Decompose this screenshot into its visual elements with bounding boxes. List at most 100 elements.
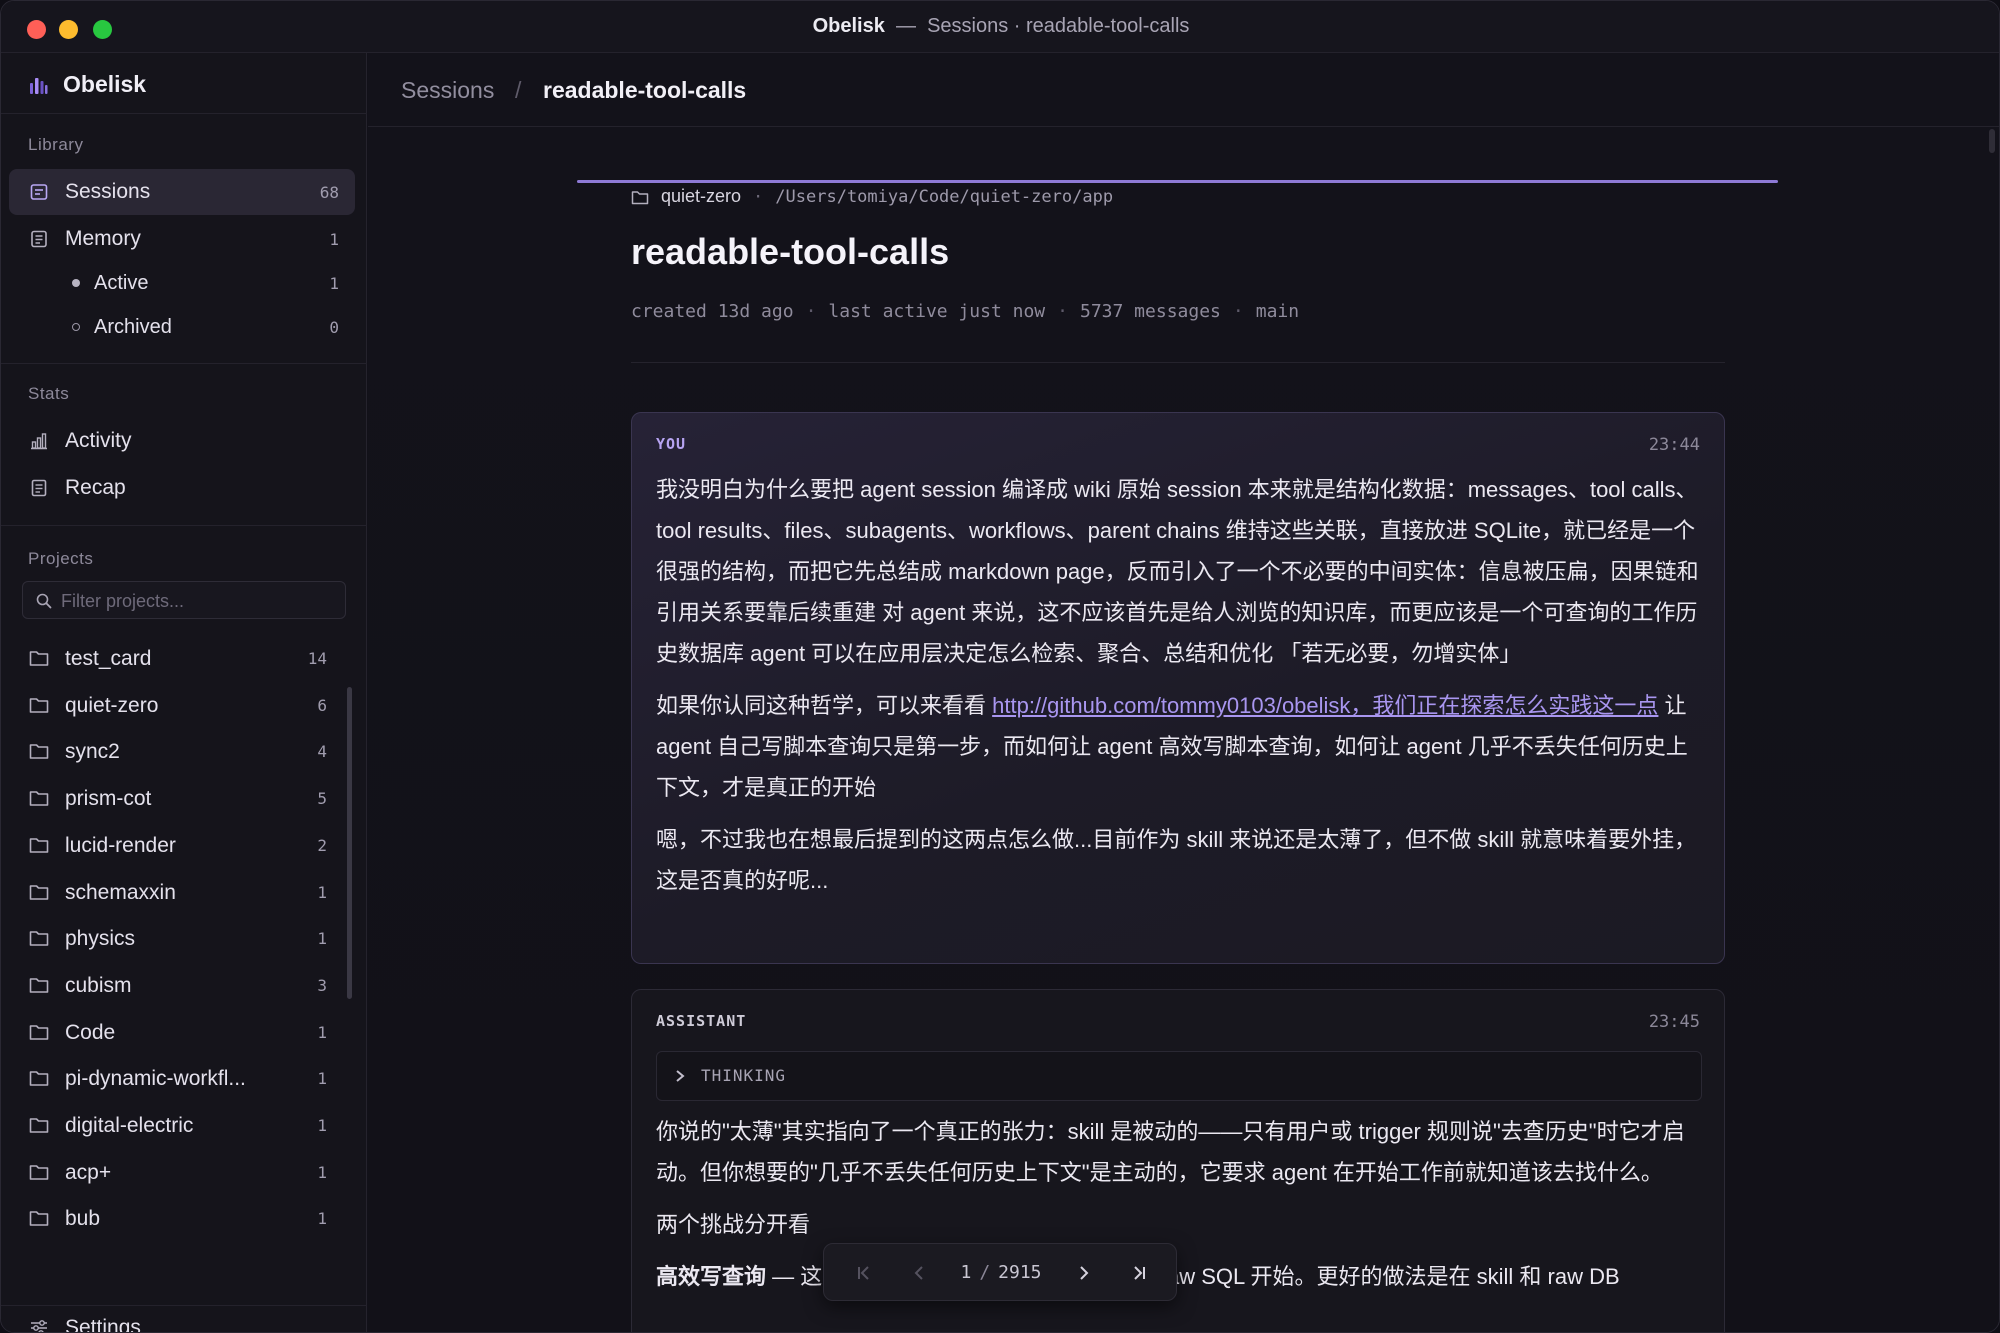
sidebar-item-label: Memory <box>65 227 141 250</box>
last-page-icon[interactable] <box>1129 1263 1149 1283</box>
folder-icon <box>29 1211 49 1227</box>
message-body: 我没明白为什么要把 agent session 编译成 wiki 原始 sess… <box>656 469 1702 912</box>
divider <box>1 113 367 114</box>
github-link[interactable]: http://github.com/tommy0103/obelisk，我们正在… <box>992 693 1658 718</box>
project-count: 3 <box>317 975 327 995</box>
project-count: 2 <box>317 835 327 855</box>
next-page-icon[interactable] <box>1074 1263 1094 1283</box>
project-name: Code <box>65 1020 116 1044</box>
message-paragraph: 你说的"太薄"其实指向了一个真正的张力：skill 是被动的——只有用户或 tr… <box>656 1119 1685 1185</box>
obelisk-logo-icon <box>30 77 48 94</box>
folder-icon <box>29 651 49 666</box>
main-scrollbar[interactable] <box>1989 129 1995 153</box>
thinking-label: THINKING <box>701 1066 787 1085</box>
meta-message-count: 5737 messages <box>1080 301 1221 322</box>
sidebar-item-label: Recap <box>65 476 126 499</box>
folder-icon <box>29 978 49 993</box>
project-item[interactable]: schemaxxin 1 <box>9 871 339 915</box>
project-item[interactable]: digital-electric 1 <box>9 1104 339 1148</box>
message-paragraph: 我没明白为什么要把 agent session 编译成 wiki 原始 sess… <box>656 477 1699 666</box>
project-count: 5 <box>317 789 327 809</box>
meta-separator: · <box>1057 301 1068 322</box>
search-icon <box>36 593 52 609</box>
project-name: digital-electric <box>65 1114 194 1137</box>
thinking-toggle[interactable]: THINKING <box>656 1051 1702 1101</box>
sidebar-item-label: Sessions <box>65 180 151 203</box>
project-item[interactable]: physics 1 <box>9 917 339 961</box>
memory-icon <box>31 230 47 248</box>
chevron-right-icon <box>676 1070 685 1082</box>
filter-projects-input[interactable] <box>61 589 331 613</box>
project-name: schemaxxin <box>65 880 176 904</box>
bold-text: 高效写查询 <box>656 1264 767 1289</box>
folder-icon <box>631 190 649 204</box>
library-heading: Library <box>28 135 84 154</box>
message-user: YOU 23:44 我没明白为什么要把 agent session 编译成 wi… <box>631 412 1725 964</box>
settings-button[interactable]: Settings <box>9 1306 355 1332</box>
sidebar-item-sessions[interactable]: Sessions 68 <box>9 169 355 215</box>
pagination-bar: 1 / 2915 <box>823 1243 1177 1301</box>
meta-branch: main <box>1255 301 1300 322</box>
path-separator: · <box>753 186 764 207</box>
divider <box>1 525 367 526</box>
sidebar-scrollbar[interactable] <box>347 687 352 999</box>
sidebar-item-memory[interactable]: Memory 1 <box>9 216 355 262</box>
project-name: acp+ <box>65 1160 112 1184</box>
project-item[interactable]: sync2 4 <box>9 730 339 774</box>
sidebar-item-count: 1 <box>329 229 339 249</box>
breadcrumb: Sessions / readable-tool-calls <box>368 53 1999 127</box>
text-span: 如果你认同这种哲学，可以来看看 <box>656 693 993 718</box>
message-paragraph: 嗯，不过我也在想最后提到的这两点怎么做...目前作为 skill 来说还是太薄了… <box>656 827 1697 893</box>
sidebar-item-memory-active[interactable]: Active 1 <box>9 260 355 306</box>
project-item[interactable]: cubism 3 <box>9 964 339 1008</box>
project-count: 1 <box>317 929 327 949</box>
sidebar-item-label: Active <box>94 271 149 294</box>
message-role: YOU <box>656 435 687 453</box>
sidebar-item-memory-archived[interactable]: Archived 0 <box>9 304 355 350</box>
project-count: 6 <box>317 695 327 715</box>
message-role: ASSISTANT <box>656 1012 747 1030</box>
sidebar-item-label: Activity <box>65 429 132 452</box>
project-item[interactable]: pi-dynamic-workfl... 1 <box>9 1057 339 1101</box>
filter-projects-field[interactable] <box>22 581 346 619</box>
breadcrumb-sessions[interactable]: Sessions <box>401 77 494 104</box>
project-count: 1 <box>317 1069 327 1089</box>
brand[interactable]: Obelisk <box>27 71 146 98</box>
accent-line <box>577 180 1778 183</box>
breadcrumb-separator: / <box>515 77 522 103</box>
meta-created: created 13d ago <box>631 301 794 322</box>
session-project[interactable]: quiet-zero <box>661 186 741 207</box>
project-name: bub <box>65 1207 101 1231</box>
sessions-icon <box>30 184 48 200</box>
sidebar-item-activity[interactable]: Activity <box>9 418 355 464</box>
title-bar: Obelisk — Sessions · readable-tool-calls <box>1 1 1999 53</box>
divider <box>1 363 367 364</box>
bar-chart-icon <box>31 433 47 450</box>
project-item[interactable]: lucid-render 2 <box>9 824 339 868</box>
dot-filled-icon <box>72 279 80 287</box>
project-name: lucid-render <box>65 833 176 857</box>
page-total: 2915 <box>998 1262 1042 1283</box>
project-item[interactable]: prism-cot 5 <box>9 777 339 821</box>
window-title: Obelisk — Sessions · readable-tool-calls <box>812 15 1190 37</box>
project-item[interactable]: test_card 14 <box>9 637 339 681</box>
project-count: 1 <box>317 1209 327 1229</box>
message-body: 你说的"太薄"其实指向了一个真正的张力：skill 是被动的——只有用户或 tr… <box>656 1111 1702 1308</box>
folder-icon <box>29 791 49 806</box>
project-item[interactable]: acp+ 1 <box>9 1151 339 1195</box>
folder-icon <box>29 884 49 900</box>
sidebar-item-recap[interactable]: Recap <box>9 465 355 511</box>
page-indicator: 1 / 2915 <box>824 1262 1178 1283</box>
project-item[interactable]: Code 1 <box>9 1011 339 1055</box>
divider <box>631 362 1725 363</box>
message-assistant: ASSISTANT 23:45 THINKING 你说的"太薄"其实指向了一个真… <box>631 989 1725 1332</box>
session-meta: created 13d ago · last active just now · 573… <box>631 301 1299 322</box>
project-item[interactable]: quiet-zero 6 <box>9 684 339 728</box>
project-item[interactable]: bub 1 <box>9 1197 339 1241</box>
page-current: 1 <box>960 1262 972 1283</box>
project-name: physics <box>65 927 136 951</box>
project-name: cubism <box>65 973 132 997</box>
project-count: 1 <box>317 1022 327 1042</box>
sidebar-item-count: 1 <box>329 273 339 293</box>
sidebar-item-label: Archived <box>94 315 172 338</box>
